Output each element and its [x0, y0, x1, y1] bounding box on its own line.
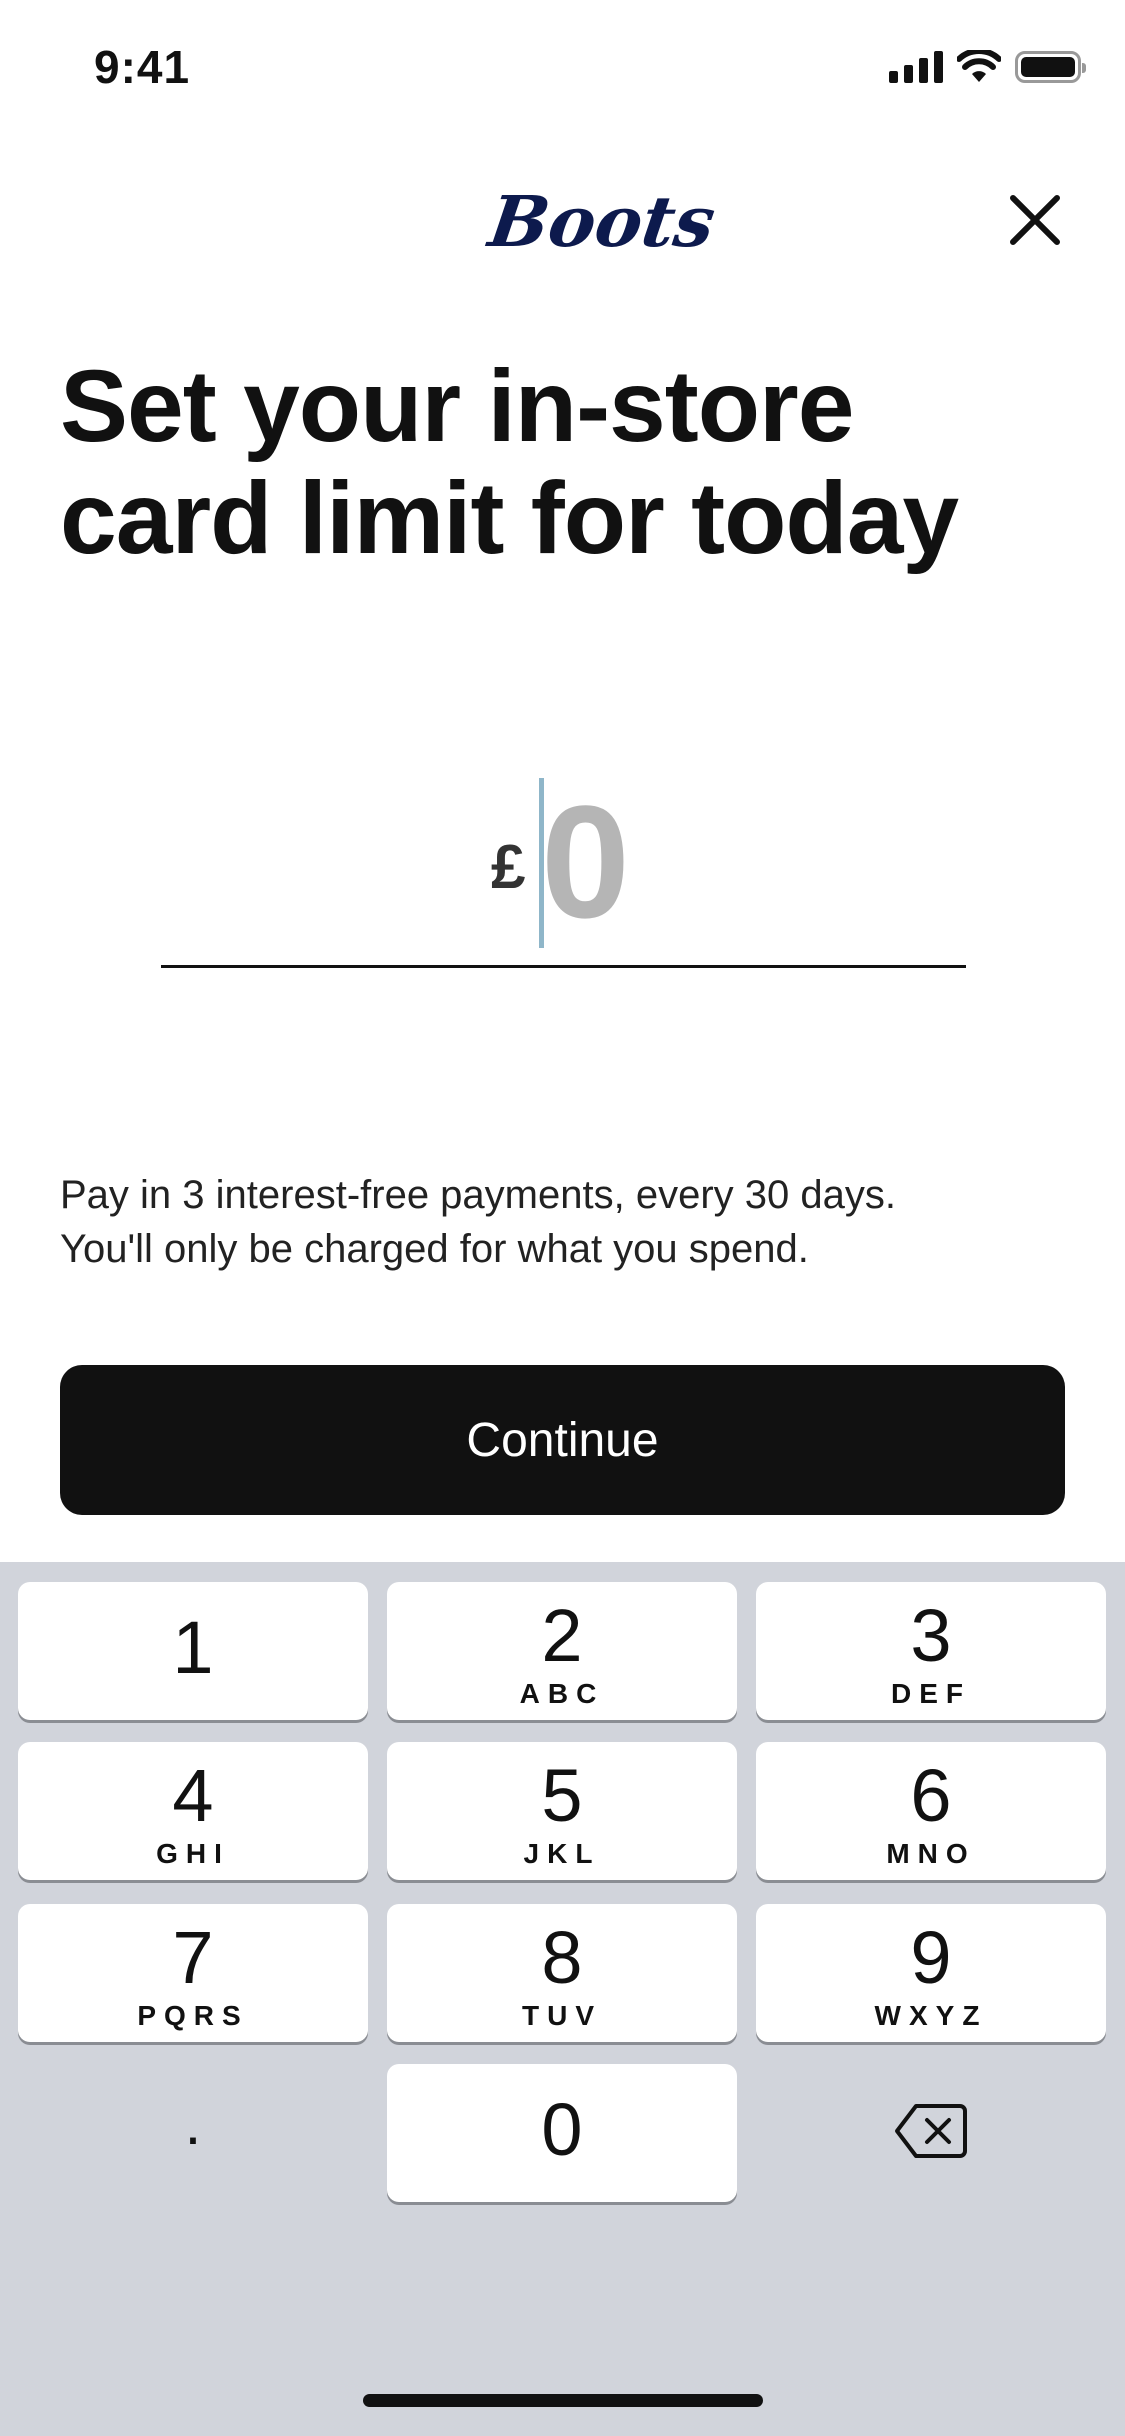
key-3-letters: DEF — [891, 1678, 971, 1709]
payment-info: Pay in 3 interest-free payments, every 3… — [60, 1168, 1080, 1276]
key-4-digit: 4 — [172, 1754, 214, 1837]
key-3-digit: 3 — [910, 1594, 952, 1677]
backspace-icon — [895, 2104, 967, 2158]
key-2[interactable]: 2 ABC — [387, 1582, 737, 1720]
key-7-digit: 7 — [172, 1916, 214, 1999]
currency-symbol: £ — [491, 833, 526, 902]
status-time: 9:41 — [94, 41, 191, 93]
key-decimal-label: . — [184, 2090, 202, 2157]
key-6-digit: 6 — [910, 1754, 952, 1837]
wifi-icon — [957, 50, 1001, 82]
key-6-letters: MNO — [886, 1838, 976, 1869]
key-5-letters: JKL — [523, 1838, 601, 1869]
cellular-signal-icon — [889, 51, 943, 83]
key-7-letters: PQRS — [137, 2000, 249, 2031]
continue-button[interactable]: Continue — [60, 1365, 1065, 1515]
amount-value: 0 — [541, 772, 630, 951]
battery-icon — [1015, 51, 1086, 83]
key-7[interactable]: 7 PQRS — [18, 1904, 368, 2042]
key-8-digit: 8 — [541, 1916, 583, 1999]
key-0-digit: 0 — [541, 2088, 583, 2171]
key-decimal[interactable]: . — [18, 2064, 368, 2202]
key-9-letters: WXYZ — [874, 2000, 988, 2031]
backspace-key[interactable] — [756, 2064, 1106, 2202]
key-0[interactable]: 0 — [387, 2064, 737, 2202]
boots-logo: Boots — [484, 180, 721, 263]
key-2-digit: 2 — [541, 1594, 583, 1677]
close-icon — [1010, 195, 1060, 245]
close-button[interactable] — [1005, 190, 1065, 250]
payment-info-line-2: You'll only be charged for what you spen… — [60, 1227, 809, 1271]
key-3[interactable]: 3 DEF — [756, 1582, 1106, 1720]
amount-input[interactable]: £ 0 — [161, 760, 966, 968]
numeric-keyboard: 1 2 ABC 3 DEF 4 GHI 5 JKL 6 MNO 7 PQRS 8… — [0, 1562, 1125, 2436]
amount-underline — [161, 965, 966, 968]
key-6[interactable]: 6 MNO — [756, 1742, 1106, 1880]
key-8[interactable]: 8 TUV — [387, 1904, 737, 2042]
key-4-letters: GHI — [156, 1838, 230, 1869]
key-9[interactable]: 9 WXYZ — [756, 1904, 1106, 2042]
key-4[interactable]: 4 GHI — [18, 1742, 368, 1880]
status-bar: 9:41 — [0, 0, 1125, 140]
key-5-digit: 5 — [541, 1754, 583, 1837]
page-title: Set your in-store card limit for today — [60, 349, 959, 575]
key-2-letters: ABC — [519, 1678, 605, 1709]
key-1-digit: 1 — [172, 1606, 214, 1689]
key-8-letters: TUV — [522, 2000, 602, 2031]
home-indicator[interactable] — [363, 2394, 763, 2407]
key-9-digit: 9 — [910, 1916, 952, 1999]
payment-info-line-1: Pay in 3 interest-free payments, every 3… — [60, 1173, 896, 1217]
key-1[interactable]: 1 — [18, 1582, 368, 1720]
key-5[interactable]: 5 JKL — [387, 1742, 737, 1880]
status-icons — [889, 50, 1086, 84]
